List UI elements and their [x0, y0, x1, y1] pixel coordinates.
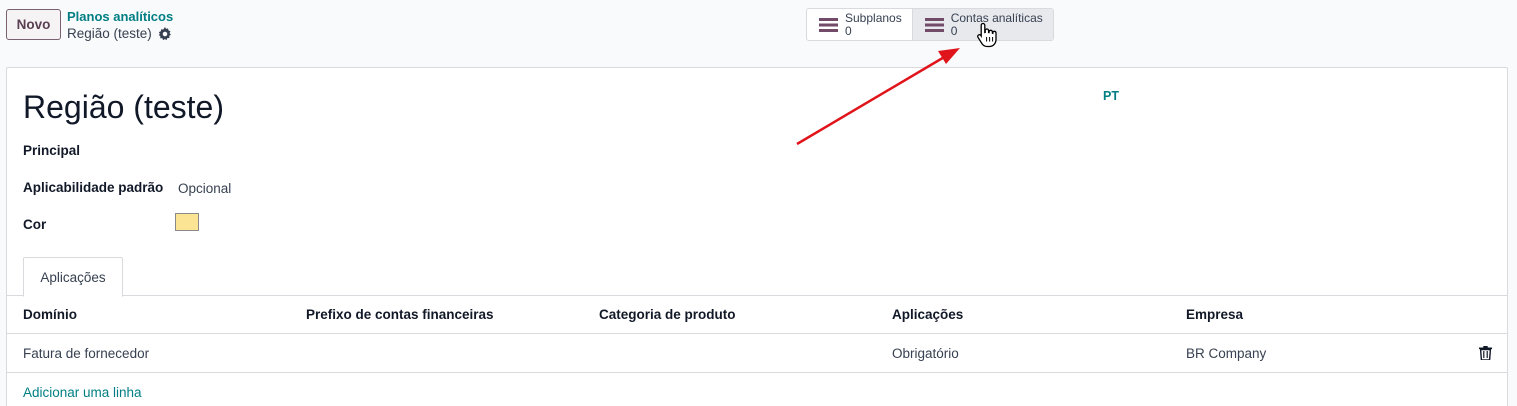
- applicability-label: Aplicabilidade padrão: [23, 180, 164, 195]
- principal-label: Principal: [23, 143, 81, 158]
- subplans-smart-button[interactable]: Subplanos 0: [807, 9, 912, 40]
- column-header-domain[interactable]: Domínio: [23, 296, 77, 333]
- list-icon: [924, 17, 944, 32]
- control-panel: Novo Planos analíticos Região (teste) Su…: [0, 0, 1517, 60]
- record-title[interactable]: Região (teste): [23, 89, 224, 126]
- column-header-prefix[interactable]: Prefixo de contas financeiras: [306, 296, 494, 333]
- cell-domain[interactable]: Fatura de fornecedor: [23, 334, 149, 372]
- list-icon: [819, 17, 838, 32]
- breadcrumb-parent-link[interactable]: Planos analíticos: [67, 9, 173, 24]
- add-line-link[interactable]: Adicionar uma linha: [23, 373, 142, 406]
- subplans-text: Subplanos 0: [845, 10, 902, 38]
- language-badge[interactable]: PT: [1103, 89, 1119, 103]
- column-header-company[interactable]: Empresa: [1186, 296, 1243, 333]
- hand-cursor-icon: [977, 22, 997, 48]
- delete-row-cell: [1479, 334, 1492, 372]
- add-line-row: Adicionar uma linha: [7, 373, 1507, 406]
- column-header-category[interactable]: Categoria de produto: [599, 296, 736, 333]
- breadcrumb-current-label: Região (teste): [67, 26, 152, 41]
- subplans-count: 0: [845, 23, 852, 38]
- color-label: Cor: [23, 217, 47, 232]
- subplans-label: Subplanos: [845, 10, 902, 25]
- smart-buttons: Subplanos 0 Contas analíticas 0: [806, 8, 1054, 41]
- page: Novo Planos analíticos Região (teste) Su…: [0, 0, 1517, 406]
- cell-applicability[interactable]: Obrigatório: [892, 334, 959, 372]
- breadcrumb-current: Região (teste): [67, 26, 172, 41]
- table-header-row: Domínio Prefixo de contas financeiras Ca…: [7, 296, 1507, 334]
- new-button[interactable]: Novo: [6, 9, 61, 40]
- tab-bar: Aplicações: [7, 257, 1507, 297]
- gear-icon[interactable]: [158, 26, 172, 41]
- form-sheet: Região (teste) PT Principal Aplicabilida…: [6, 67, 1508, 406]
- trash-icon[interactable]: [1479, 346, 1492, 360]
- applicability-value[interactable]: Opcional: [178, 181, 231, 196]
- color-swatch[interactable]: [175, 213, 199, 231]
- table-row[interactable]: Fatura de fornecedor Obrigatório BR Comp…: [7, 334, 1507, 373]
- applications-table: Domínio Prefixo de contas financeiras Ca…: [7, 296, 1507, 406]
- tab-applications[interactable]: Aplicações: [23, 257, 123, 297]
- cell-company[interactable]: BR Company: [1186, 334, 1266, 372]
- column-header-applicability[interactable]: Aplicações: [892, 296, 963, 333]
